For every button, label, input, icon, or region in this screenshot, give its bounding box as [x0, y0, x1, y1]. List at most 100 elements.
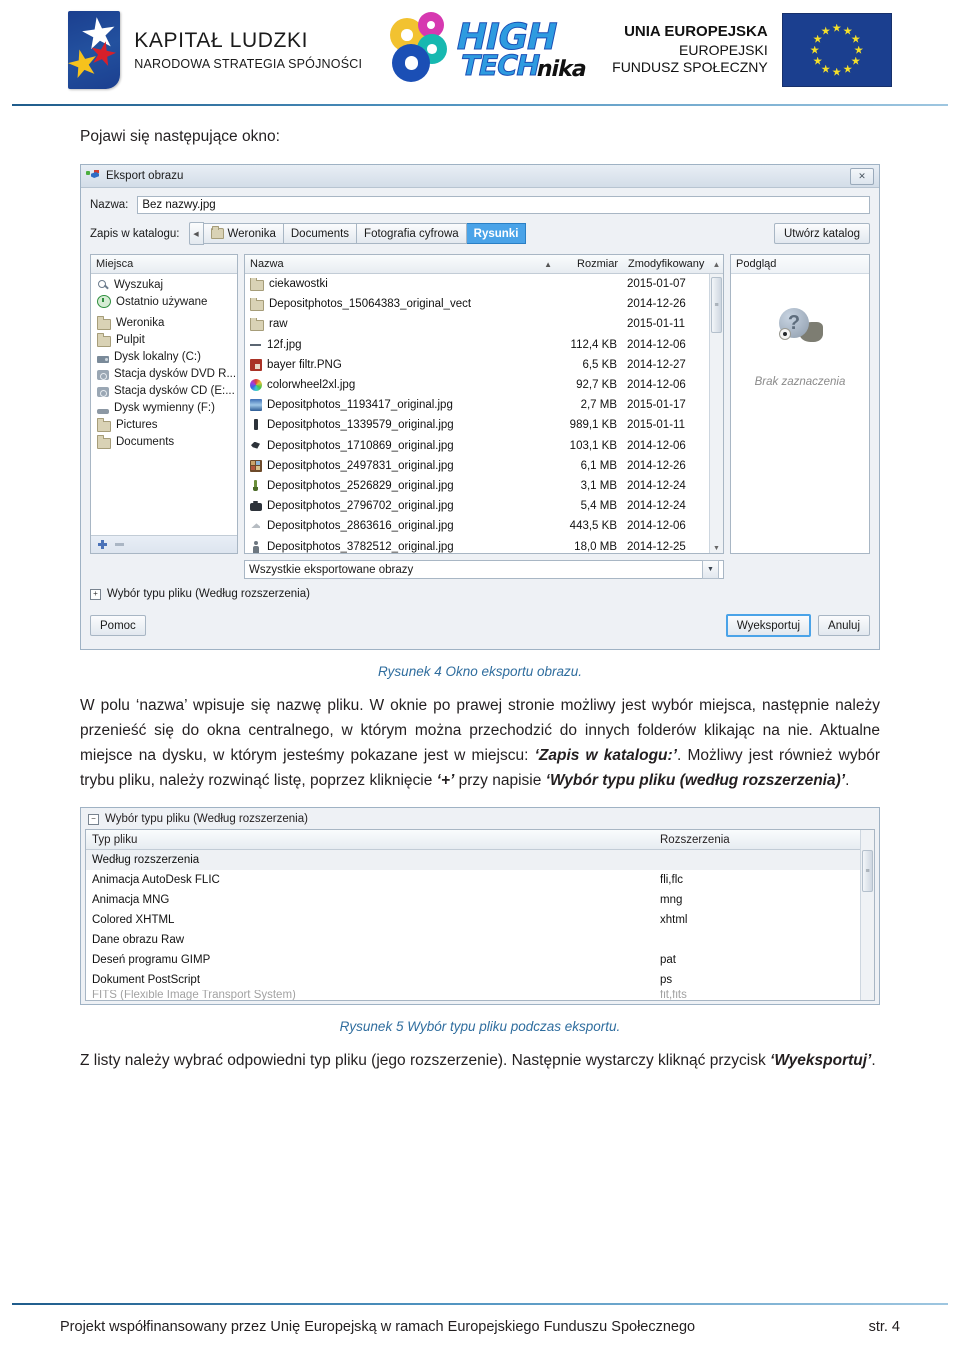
- file-row[interactable]: Depositphotos_2863616_original.jpg 443,5 …: [245, 516, 709, 536]
- filetype-expander-collapsed[interactable]: + Wybór typu pliku (Według rozszerzenia): [90, 588, 870, 600]
- person-thumbnail-icon: [250, 540, 262, 553]
- file-row[interactable]: 12f.jpg 112,4 KB 2014-12-06: [245, 335, 709, 355]
- breadcrumb-item-rysunki[interactable]: Rysunki: [466, 223, 527, 244]
- column-header-rozszerzenia[interactable]: Rozszerzenia: [656, 834, 860, 846]
- file-row[interactable]: raw 2015-01-11: [245, 314, 709, 334]
- bird-thumbnail-icon: [250, 440, 262, 452]
- place-item-label: Documents: [116, 435, 175, 448]
- breadcrumb-item-documents[interactable]: Documents: [283, 223, 358, 244]
- expand-plus-icon[interactable]: +: [90, 588, 101, 600]
- filetype-row[interactable]: Dane obrazu Raw: [86, 930, 860, 950]
- logo-ht-word-nika: nika: [534, 57, 589, 82]
- filetype-row[interactable]: Colored XHTML xhtml: [86, 910, 860, 930]
- page-header: KAPITAŁ LUDZKI NARODOWA STRATEGIA SPÓJNO…: [0, 0, 960, 100]
- place-item[interactable]: Ostatnio używane: [91, 293, 237, 310]
- figure-5-filetype-list: − Wybór typu pliku (Według rozszerzenia)…: [80, 807, 880, 1006]
- file-name-cell: Depositphotos_2497831_original.jpg: [245, 459, 555, 472]
- footer-divider: [12, 1303, 948, 1305]
- filetype-name-cell: FITS (Flexible Image Transport System): [92, 990, 296, 1001]
- help-button[interactable]: Pomoc: [90, 615, 146, 636]
- filetype-name-cell: Colored XHTML: [92, 914, 175, 927]
- file-row[interactable]: bayer filtr.PNG 6,5 KB 2014-12-27: [245, 355, 709, 375]
- plus-icon[interactable]: [98, 540, 107, 549]
- filename-input[interactable]: Bez nazwy.jpg: [137, 196, 870, 214]
- folder-icon: [210, 226, 224, 239]
- place-item[interactable]: Stacja dysków CD (E:...: [91, 382, 237, 399]
- file-list-scrollbar[interactable]: ≡ ▼: [709, 274, 723, 553]
- collapse-minus-icon[interactable]: −: [88, 813, 99, 825]
- minus-icon[interactable]: [115, 543, 124, 546]
- place-item-label: Stacja dysków CD (E:...: [114, 384, 235, 397]
- places-header: Miejsca: [91, 255, 237, 274]
- red-thumbnail-icon: [250, 358, 262, 371]
- column-header-modified[interactable]: Zmodyfikowany: [624, 258, 710, 270]
- place-item[interactable]: Documents: [91, 433, 237, 450]
- folder-icon: [97, 435, 111, 449]
- file-row[interactable]: Depositphotos_2497831_original.jpg 6,1 MB…: [245, 456, 709, 476]
- gimp-window-icon: [86, 170, 100, 182]
- scroll-up-icon[interactable]: ▲: [710, 260, 723, 269]
- footer-project-text: Projekt współfinansowany przez Unię Euro…: [60, 1319, 696, 1335]
- file-row[interactable]: Depositphotos_2796702_original.jpg 5,4 MB…: [245, 496, 709, 516]
- filetype-name-cell: Dokument PostScript: [92, 974, 201, 987]
- place-item[interactable]: Wyszukaj: [91, 276, 237, 293]
- folder-icon: [250, 297, 264, 311]
- page-number: str. 4: [868, 1319, 900, 1335]
- file-size-cell: 18,0 MB: [574, 540, 617, 553]
- filetype-row[interactable]: Deseń programu GIMP pat: [86, 950, 860, 970]
- filetype-expander-expanded[interactable]: − Wybór typu pliku (Według rozszerzenia): [85, 812, 875, 829]
- places-list: Wyszukaj Ostatnio używane Weronika Pulpit Dy…: [91, 274, 237, 535]
- file-row[interactable]: Depositphotos_1193417_original.jpg 2,7 MB…: [245, 395, 709, 415]
- file-name-cell: Depositphotos_2863616_original.jpg: [245, 520, 555, 532]
- place-item[interactable]: Pictures: [91, 416, 237, 433]
- file-filter-select[interactable]: Wszystkie eksportowane obrazy ▼: [244, 560, 724, 579]
- filetype-row[interactable]: Animacja AutoDesk FLIC fli,flc: [86, 870, 860, 890]
- column-header-name[interactable]: Nazwa ▲: [245, 258, 556, 270]
- camera-thumbnail-icon: [250, 501, 262, 512]
- scroll-down-icon[interactable]: ▼: [713, 545, 720, 552]
- filetype-scrollbar[interactable]: ≡: [860, 830, 874, 1001]
- file-modified-cell: 2014-12-06: [627, 439, 686, 452]
- filetype-row[interactable]: Dokument PostScript ps: [86, 970, 860, 990]
- filetype-row[interactable]: FITS (Flexible Image Transport System) fi…: [86, 990, 860, 1000]
- export-button[interactable]: Wyeksportuj: [725, 614, 812, 637]
- breadcrumb-item-fotografia-cyfrowa[interactable]: Fotografia cyfrowa: [357, 223, 467, 244]
- file-modified-cell: 2014-12-26: [627, 459, 686, 472]
- place-item[interactable]: Stacja dysków DVD R...: [91, 365, 237, 382]
- filetype-row[interactable]: Animacja MNG mng: [86, 890, 860, 910]
- column-header-size[interactable]: Rozmiar: [556, 258, 624, 270]
- file-row[interactable]: Depositphotos_15064383_original_vect 2014…: [245, 294, 709, 314]
- file-size-cell: 989,1 KB: [569, 419, 617, 432]
- file-row[interactable]: Depositphotos_1339579_original.jpg 989,1 …: [245, 415, 709, 435]
- close-icon[interactable]: ✕: [850, 167, 874, 185]
- file-size-cell: 3,1 MB: [580, 479, 617, 492]
- cancel-button[interactable]: Anuluj: [818, 615, 870, 636]
- filetype-row[interactable]: Według rozszerzenia: [86, 850, 860, 871]
- file-modified-cell: 2014-12-27: [627, 358, 686, 371]
- file-row[interactable]: Depositphotos_2526829_original.jpg 3,1 MB…: [245, 476, 709, 496]
- place-item-label: Ostatnio używane: [116, 295, 208, 308]
- file-name-cell: Depositphotos_1710869_original.jpg: [245, 440, 555, 452]
- breadcrumb-item-weronika[interactable]: Weronika: [203, 223, 284, 244]
- column-header-typ-pliku[interactable]: Typ pliku: [86, 834, 656, 846]
- para2-seg1: Z listy należy wybrać odpowiedni typ pli…: [80, 1052, 771, 1070]
- filetype-panel: − Wybór typu pliku (Według rozszerzenia)…: [80, 807, 880, 1006]
- place-item-label: Wyszukaj: [114, 278, 164, 291]
- file-row[interactable]: colorwheel2xl.jpg 92,7 KB 2014-12-06: [245, 375, 709, 395]
- place-item[interactable]: Weronika: [91, 314, 237, 331]
- create-folder-button[interactable]: Utwórz katalog: [773, 223, 870, 244]
- place-item[interactable]: Dysk lokalny (C:): [91, 348, 237, 365]
- file-row[interactable]: Depositphotos_3782512_original.jpg 18,0 M…: [245, 536, 709, 553]
- file-row[interactable]: ciekawostki 2015-01-07: [245, 274, 709, 294]
- filetype-scrollbar-thumb[interactable]: ≡: [862, 850, 873, 893]
- breadcrumb-back-icon[interactable]: ◀: [188, 222, 204, 245]
- name-label: Nazwa:: [90, 199, 129, 211]
- scrollbar-thumb[interactable]: ≡: [711, 277, 722, 333]
- file-name-cell: raw: [245, 317, 555, 331]
- file-row[interactable]: Depositphotos_1710869_original.jpg 103,1 …: [245, 436, 709, 456]
- chevron-down-icon[interactable]: ▼: [702, 560, 719, 579]
- place-item[interactable]: Pulpit: [91, 331, 237, 348]
- file-name-label: colorwheel2xl.jpg: [267, 379, 356, 392]
- place-item[interactable]: Dysk wymienny (F:): [91, 399, 237, 416]
- search-icon: [97, 279, 109, 291]
